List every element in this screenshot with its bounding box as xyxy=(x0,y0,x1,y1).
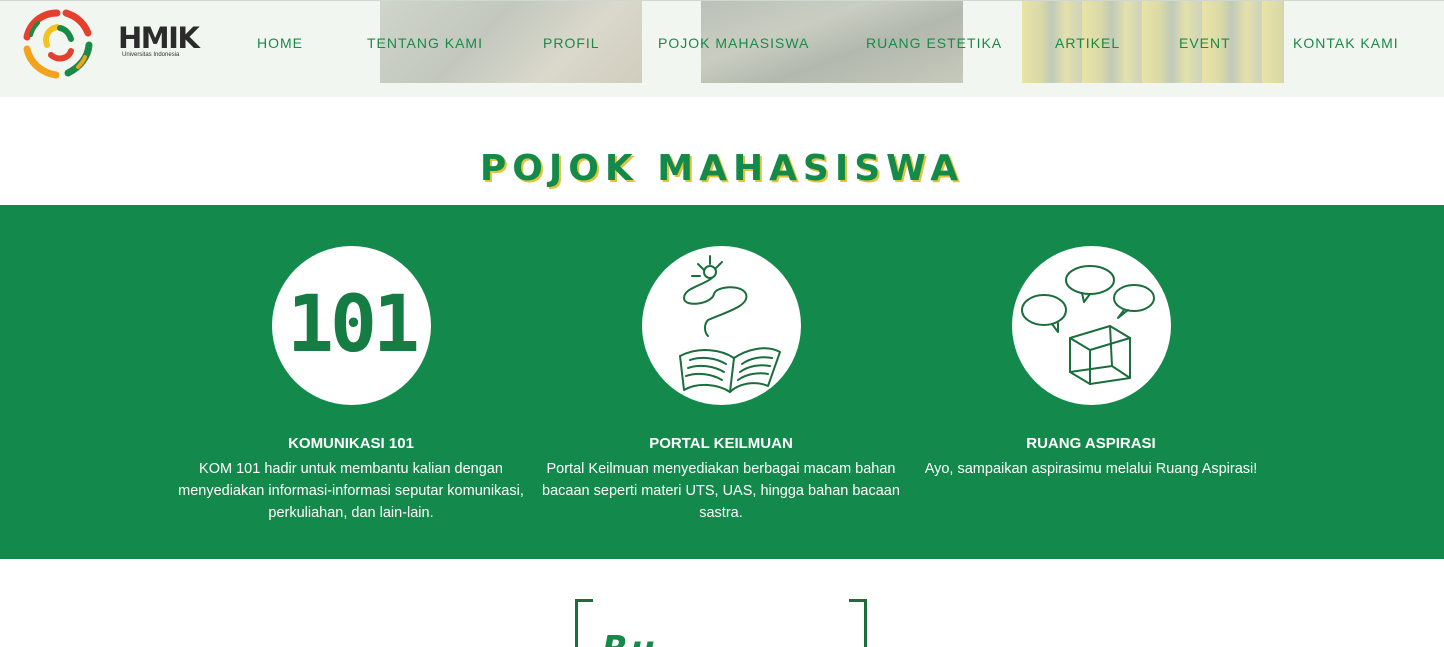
nav-artikel[interactable]: ARTIKEL xyxy=(1055,35,1120,51)
card-title-portal-keilmuan[interactable]: PORTAL KEILMUAN xyxy=(531,435,911,452)
next-section-bracket-left xyxy=(575,599,593,647)
nav-pojok-mahasiswa[interactable]: POJOK MAHASISWA xyxy=(658,35,809,51)
book-lightbulb-icon[interactable] xyxy=(642,246,801,405)
main-nav: HOME TENTANG KAMI PROFIL POJOK MAHASISWA… xyxy=(0,35,1444,53)
nav-ruang-estetika[interactable]: RUANG ESTETIKA xyxy=(866,35,1002,51)
card-desc-ruang-aspirasi: Ayo, sampaikan aspirasimu melalui Ruang … xyxy=(924,461,1258,477)
next-section-bracket-right xyxy=(849,599,867,647)
card-desc-portal-keilmuan: Portal Keilmuan menyediakan berbagai mac… xyxy=(542,461,900,521)
next-section-title: Ru xyxy=(602,629,659,647)
section-title: POJOK MAHASISWA xyxy=(479,148,965,189)
komunikasi-101-icon[interactable]: 101 xyxy=(272,246,431,405)
nav-tentang-kami[interactable]: TENTANG KAMI xyxy=(367,35,483,51)
nav-event[interactable]: EVENT xyxy=(1179,35,1231,51)
page: HMIK Universitas Indonesia HOME TENTANG … xyxy=(0,0,1444,647)
icon-101-text: 101 xyxy=(287,280,420,370)
card-title-komunikasi-101[interactable]: KOMUNIKASI 101 xyxy=(161,435,541,452)
card-desc-komunikasi-101: KOM 101 hadir untuk membantu kalian deng… xyxy=(178,461,524,521)
site-header: HMIK Universitas Indonesia HOME TENTANG … xyxy=(0,1,1444,97)
nav-home[interactable]: HOME xyxy=(257,35,303,51)
card-title-ruang-aspirasi[interactable]: RUANG ASPIRASI xyxy=(901,435,1281,452)
nav-profil[interactable]: PROFIL xyxy=(543,35,600,51)
speech-bubbles-box-icon[interactable] xyxy=(1012,246,1171,405)
nav-kontak-kami[interactable]: KONTAK KAMI xyxy=(1293,35,1399,51)
